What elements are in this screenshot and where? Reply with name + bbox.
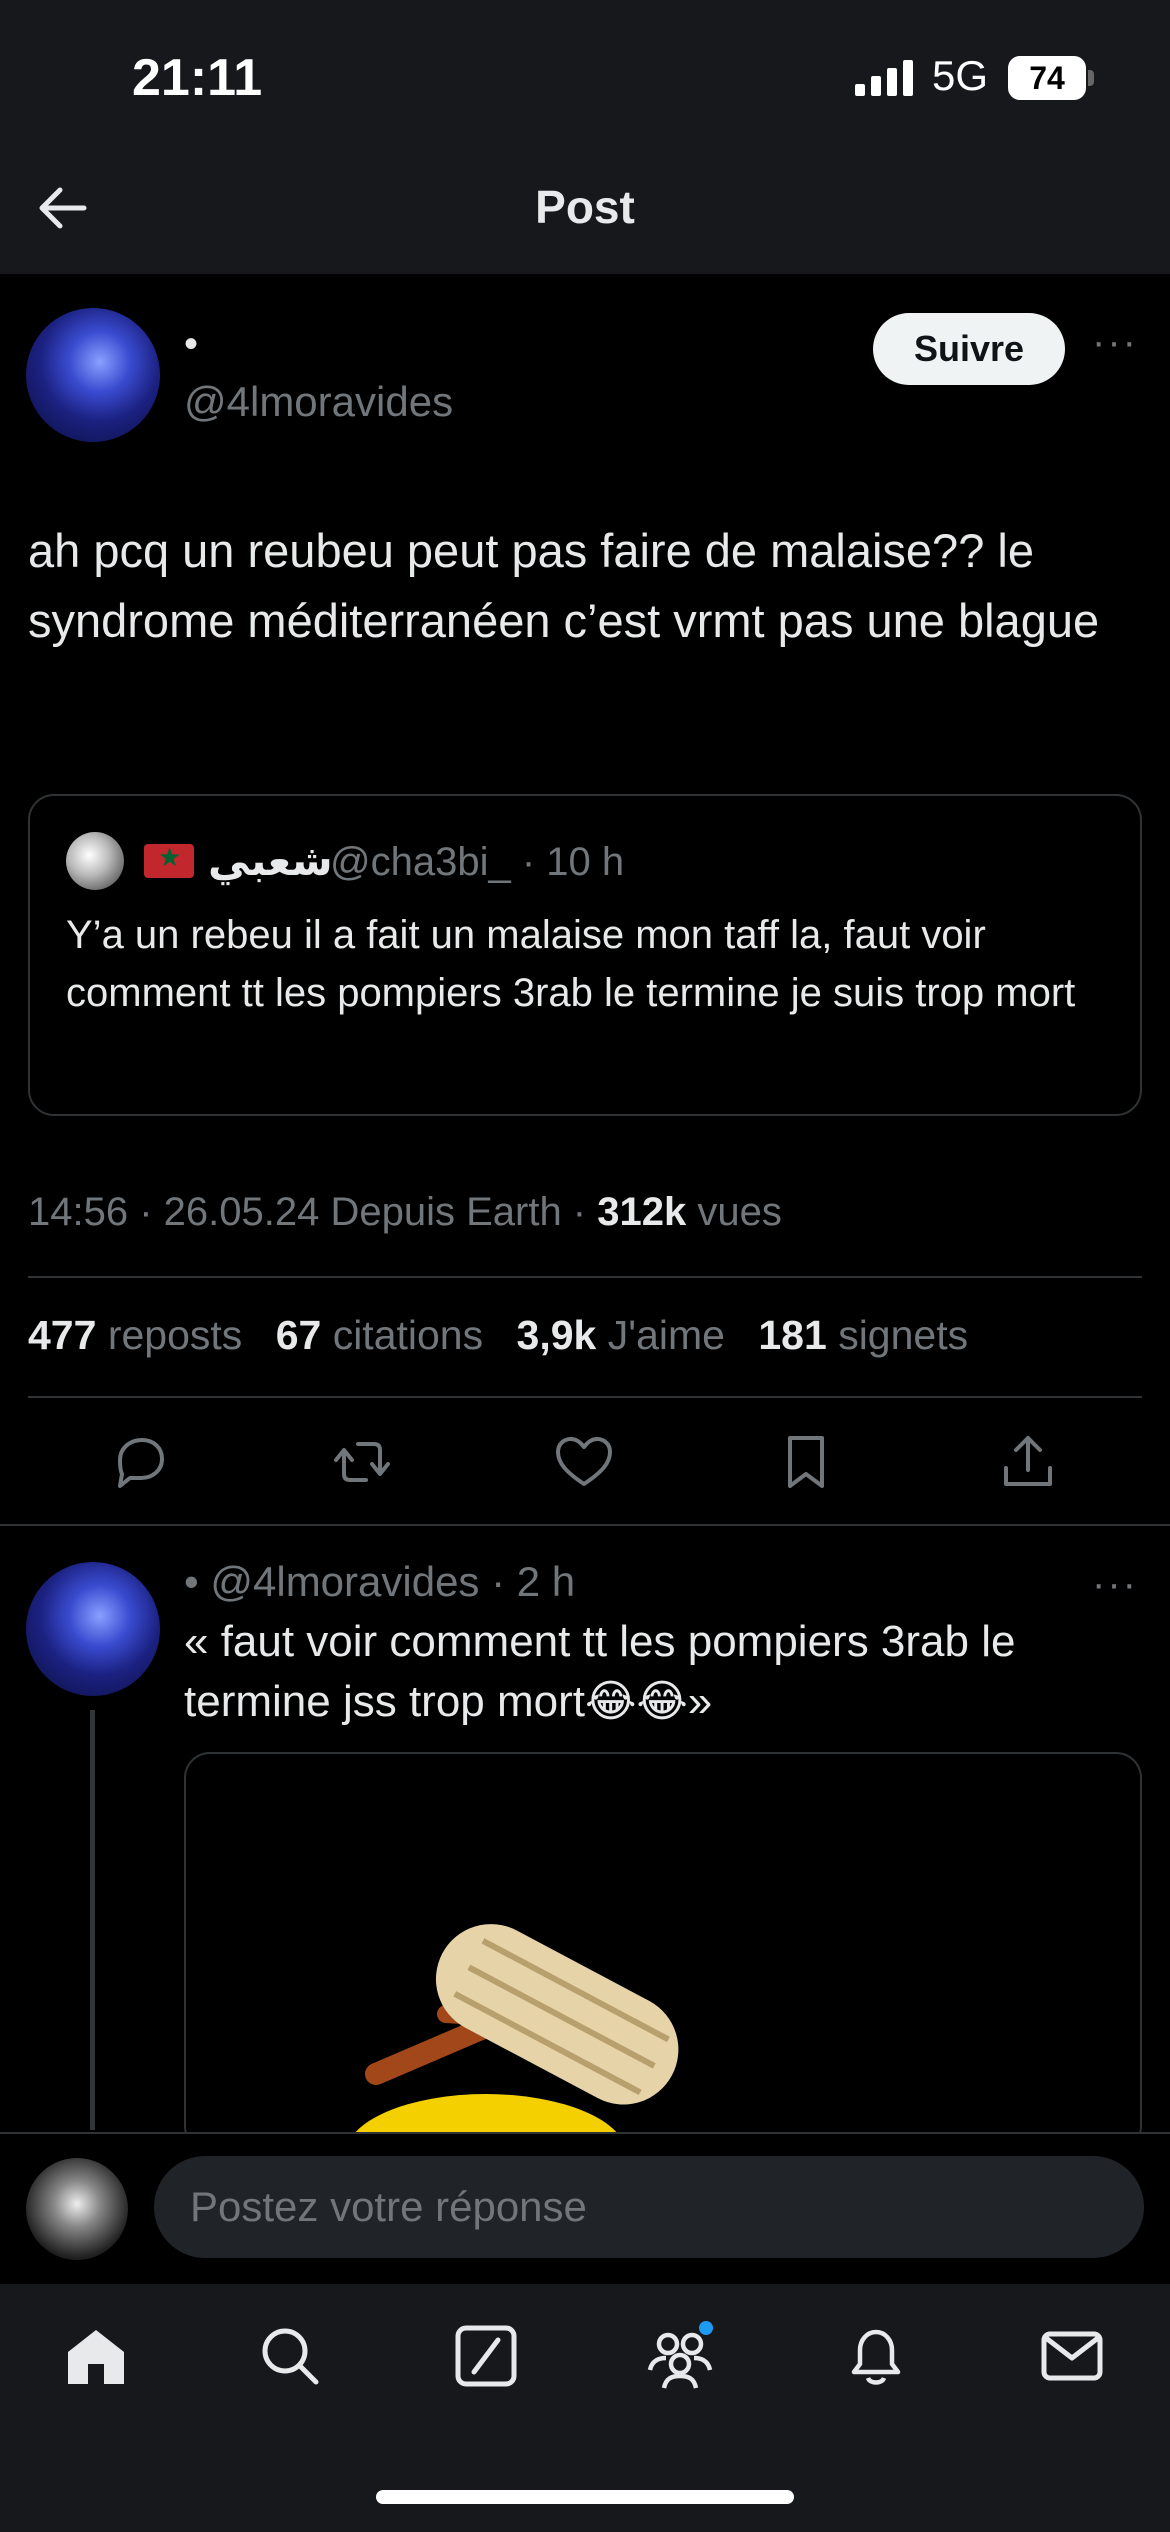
status-time: 21:11 [132, 49, 263, 107]
network-type: 5G [932, 52, 989, 99]
quoted-author-name: شعبي [208, 837, 333, 884]
more-options-icon[interactable]: ··· [1092, 320, 1138, 365]
bookmark-icon[interactable] [774, 1430, 838, 1494]
reply-more-options-icon[interactable]: ··· [1092, 1562, 1138, 1607]
divider [28, 1276, 1142, 1278]
author-handle[interactable]: @4lmoravides [184, 378, 453, 426]
quoted-author-handle: @cha3bi_ · 10 h [330, 840, 625, 884]
emoji-image [346, 1924, 679, 2150]
messages-envelope-icon[interactable] [1036, 2320, 1108, 2392]
reply-author-avatar[interactable] [26, 1562, 160, 1696]
post-text: ah pcq un reubeu peut pas faire de malai… [28, 524, 1100, 647]
battery-icon: 74 [1008, 56, 1086, 100]
grok-icon[interactable] [450, 2320, 522, 2392]
reply-icon[interactable] [108, 1430, 172, 1494]
search-icon[interactable] [254, 2320, 326, 2392]
cellular-signal-icon [855, 60, 913, 96]
quoted-post-text: Y’a un rebeu il a fait un malaise mon ta… [66, 913, 1076, 1015]
home-indicator[interactable] [376, 2490, 794, 2504]
home-icon[interactable] [60, 2320, 132, 2392]
reply-media-image[interactable] [184, 1752, 1142, 2152]
author-name[interactable]: • [184, 322, 198, 367]
page-title: Post [535, 181, 635, 233]
battery-tip [1088, 70, 1094, 86]
reply-text: « faut voir comment tt les pompiers 3rab… [184, 1617, 1016, 1726]
current-user-avatar [26, 2158, 128, 2260]
divider [28, 1396, 1142, 1398]
likes-stat[interactable]: 3,9k J'aime [517, 1312, 725, 1358]
bookmarks-stat[interactable]: 181 signets [758, 1312, 968, 1358]
post-meta: 14:56 · 26.05.24 Depuis Earth · 312k vue… [28, 1190, 782, 1235]
views-count: 312k [597, 1190, 687, 1234]
like-heart-icon[interactable] [552, 1430, 616, 1494]
communities-icon[interactable] [644, 2320, 716, 2392]
follow-button[interactable]: Suivre [873, 313, 1065, 385]
thread-line [90, 1710, 95, 2130]
reply-header[interactable]: • @4lmoravides · 2 h [184, 1558, 575, 1606]
notifications-bell-icon[interactable] [840, 2320, 912, 2392]
divider [0, 1524, 1170, 1526]
post-timestamp: 14:56 · 26.05.24 Depuis Earth · [28, 1190, 598, 1234]
share-icon[interactable] [996, 1430, 1060, 1494]
morocco-flag-icon [144, 842, 194, 878]
reposts-stat[interactable]: 477 reposts [28, 1312, 242, 1358]
post-stats: 477 reposts 67 citations 3,9k J'aime 181… [28, 1312, 990, 1359]
views-label: vues [686, 1190, 782, 1234]
quotes-stat[interactable]: 67 citations [276, 1312, 483, 1358]
quoted-author-avatar [66, 832, 124, 890]
author-avatar[interactable] [26, 308, 160, 442]
repost-icon[interactable] [330, 1430, 394, 1494]
reply-input[interactable]: Postez votre réponse [154, 2156, 1144, 2258]
